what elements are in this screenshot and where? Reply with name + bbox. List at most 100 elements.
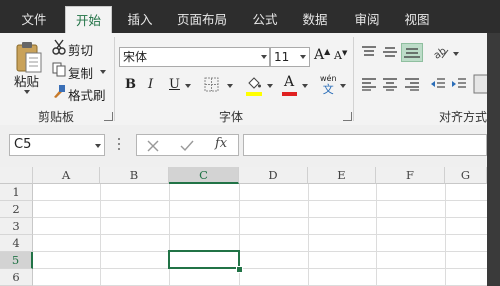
select-all-corner[interactable] [0,167,33,184]
decrease-indent-button[interactable] [430,77,446,94]
fill-color-swatch [246,92,262,96]
column-header[interactable]: E [308,167,376,184]
font-color-dropdown-icon[interactable] [302,84,308,88]
column-header[interactable]: D [239,167,308,184]
group-divider [353,37,354,121]
row-header[interactable]: 6 [0,269,33,286]
font-size-value: 11 [274,50,290,64]
bold-button[interactable]: B [125,77,136,92]
tab-insert[interactable]: 插入 [118,9,162,31]
increase-indent-button[interactable] [451,77,467,94]
phonetic-guide-button[interactable]: wén 文 [320,73,337,95]
copy-button[interactable]: 复制 [68,63,93,82]
copy-dropdown-icon[interactable] [100,70,106,74]
align-center-button[interactable] [382,77,398,94]
orientation-dropdown-icon[interactable] [453,52,459,56]
underline-dropdown-icon[interactable] [185,84,191,88]
formula-bar-grip-icon[interactable] [118,138,121,152]
align-right-button[interactable] [404,77,420,94]
gridline [33,234,487,235]
border-dropdown-icon[interactable] [227,84,233,88]
font-group-label: 字体 [219,110,244,124]
tab-formulas[interactable]: 公式 [245,9,285,31]
align-middle-button[interactable] [382,45,398,62]
fill-handle[interactable] [236,266,243,273]
underline-button[interactable]: U [169,77,180,92]
chevron-down-icon[interactable] [300,55,306,59]
formula-input[interactable] [243,134,487,156]
ribbon-tab-bar: 文件 开始 插入 页面布局 公式 数据 审阅 视图 [0,0,500,33]
cut-button[interactable]: 剪切 [68,40,93,59]
tab-data[interactable]: 数据 [294,9,336,31]
clipboard-group-label: 剪贴板 [38,110,75,124]
fill-bucket-icon [248,77,261,89]
font-name-select[interactable]: 宋体 [119,47,270,67]
row-header[interactable]: 4 [0,235,33,252]
align-left-button[interactable] [361,77,377,94]
row-header[interactable]: 1 [0,184,33,201]
fill-color-dropdown-icon[interactable] [267,84,273,88]
selected-cell[interactable] [168,250,240,269]
align-bottom-icon [404,48,420,58]
align-middle-icon [383,47,397,57]
cut-icon[interactable] [52,39,66,58]
italic-button[interactable]: I [148,77,153,92]
name-box-dropdown-icon[interactable] [95,144,101,148]
name-box[interactable]: C5 [9,134,105,156]
row-header-selected[interactable]: 5 [0,252,33,269]
name-box-value: C5 [14,137,32,152]
row-header[interactable]: 3 [0,218,33,235]
enter-check-icon[interactable] [180,140,194,152]
gridline [33,251,487,252]
cancel-icon[interactable] [147,140,159,152]
paste-dropdown-icon[interactable] [24,90,30,94]
ribbon-home: 粘贴 剪切 复制 格式刷 剪贴板 宋体 11 A▲ A▼ B I U A wén… [0,33,487,126]
clipboard-launcher-icon[interactable] [104,112,113,121]
row-header[interactable]: 2 [0,201,33,218]
chevron-down-icon[interactable] [261,55,267,59]
wrap-text-icon [473,74,487,94]
increase-indent-icon [452,78,466,88]
column-header[interactable]: B [100,167,169,184]
column-header[interactable]: F [376,167,445,184]
text-orientation-icon: ab [432,46,449,62]
font-color-button[interactable]: A [284,74,294,90]
column-header[interactable]: A [33,167,100,184]
phonetic-dropdown-icon[interactable] [340,84,346,88]
formula-buttons: fx [136,134,239,156]
gridline [33,200,487,201]
wrap-text-button[interactable] [473,74,487,94]
align-center-icon [383,78,397,91]
shrink-font-button[interactable]: A▼ [334,49,347,62]
font-color-swatch [282,92,297,96]
column-header-selected[interactable]: C [169,167,239,184]
alignment-group-label: 对齐方式 [439,110,488,124]
tab-page-layout[interactable]: 页面布局 [172,9,232,31]
align-bottom-button[interactable] [401,43,423,62]
worksheet-grid[interactable]: A B C D E F G 1 2 3 4 5 6 [0,167,487,286]
tab-file[interactable]: 文件 [12,9,56,31]
group-divider [114,37,115,121]
grow-font-button[interactable]: A▲ [314,47,330,63]
align-right-icon [405,78,419,91]
tab-review[interactable]: 审阅 [346,9,388,31]
copy-icon[interactable] [52,62,66,80]
orientation-button[interactable]: ab [432,44,450,63]
font-size-select[interactable]: 11 [270,47,310,67]
font-name-value: 宋体 [123,50,148,64]
window-edge [487,33,500,286]
align-top-button[interactable] [361,45,377,62]
insert-function-button[interactable]: fx [215,136,227,151]
border-button[interactable] [204,77,219,95]
align-top-icon [362,46,376,56]
phonetic-icon: 文 [322,83,334,96]
gridline [33,268,487,269]
font-launcher-icon[interactable] [343,112,352,121]
column-header[interactable]: G [445,167,487,184]
decrease-indent-icon [431,78,445,88]
tab-view[interactable]: 视图 [396,9,438,31]
tab-home[interactable]: 开始 [65,6,112,33]
format-painter-icon[interactable] [52,84,66,102]
paste-icon [16,42,42,73]
format-painter-button[interactable]: 格式刷 [68,85,106,104]
